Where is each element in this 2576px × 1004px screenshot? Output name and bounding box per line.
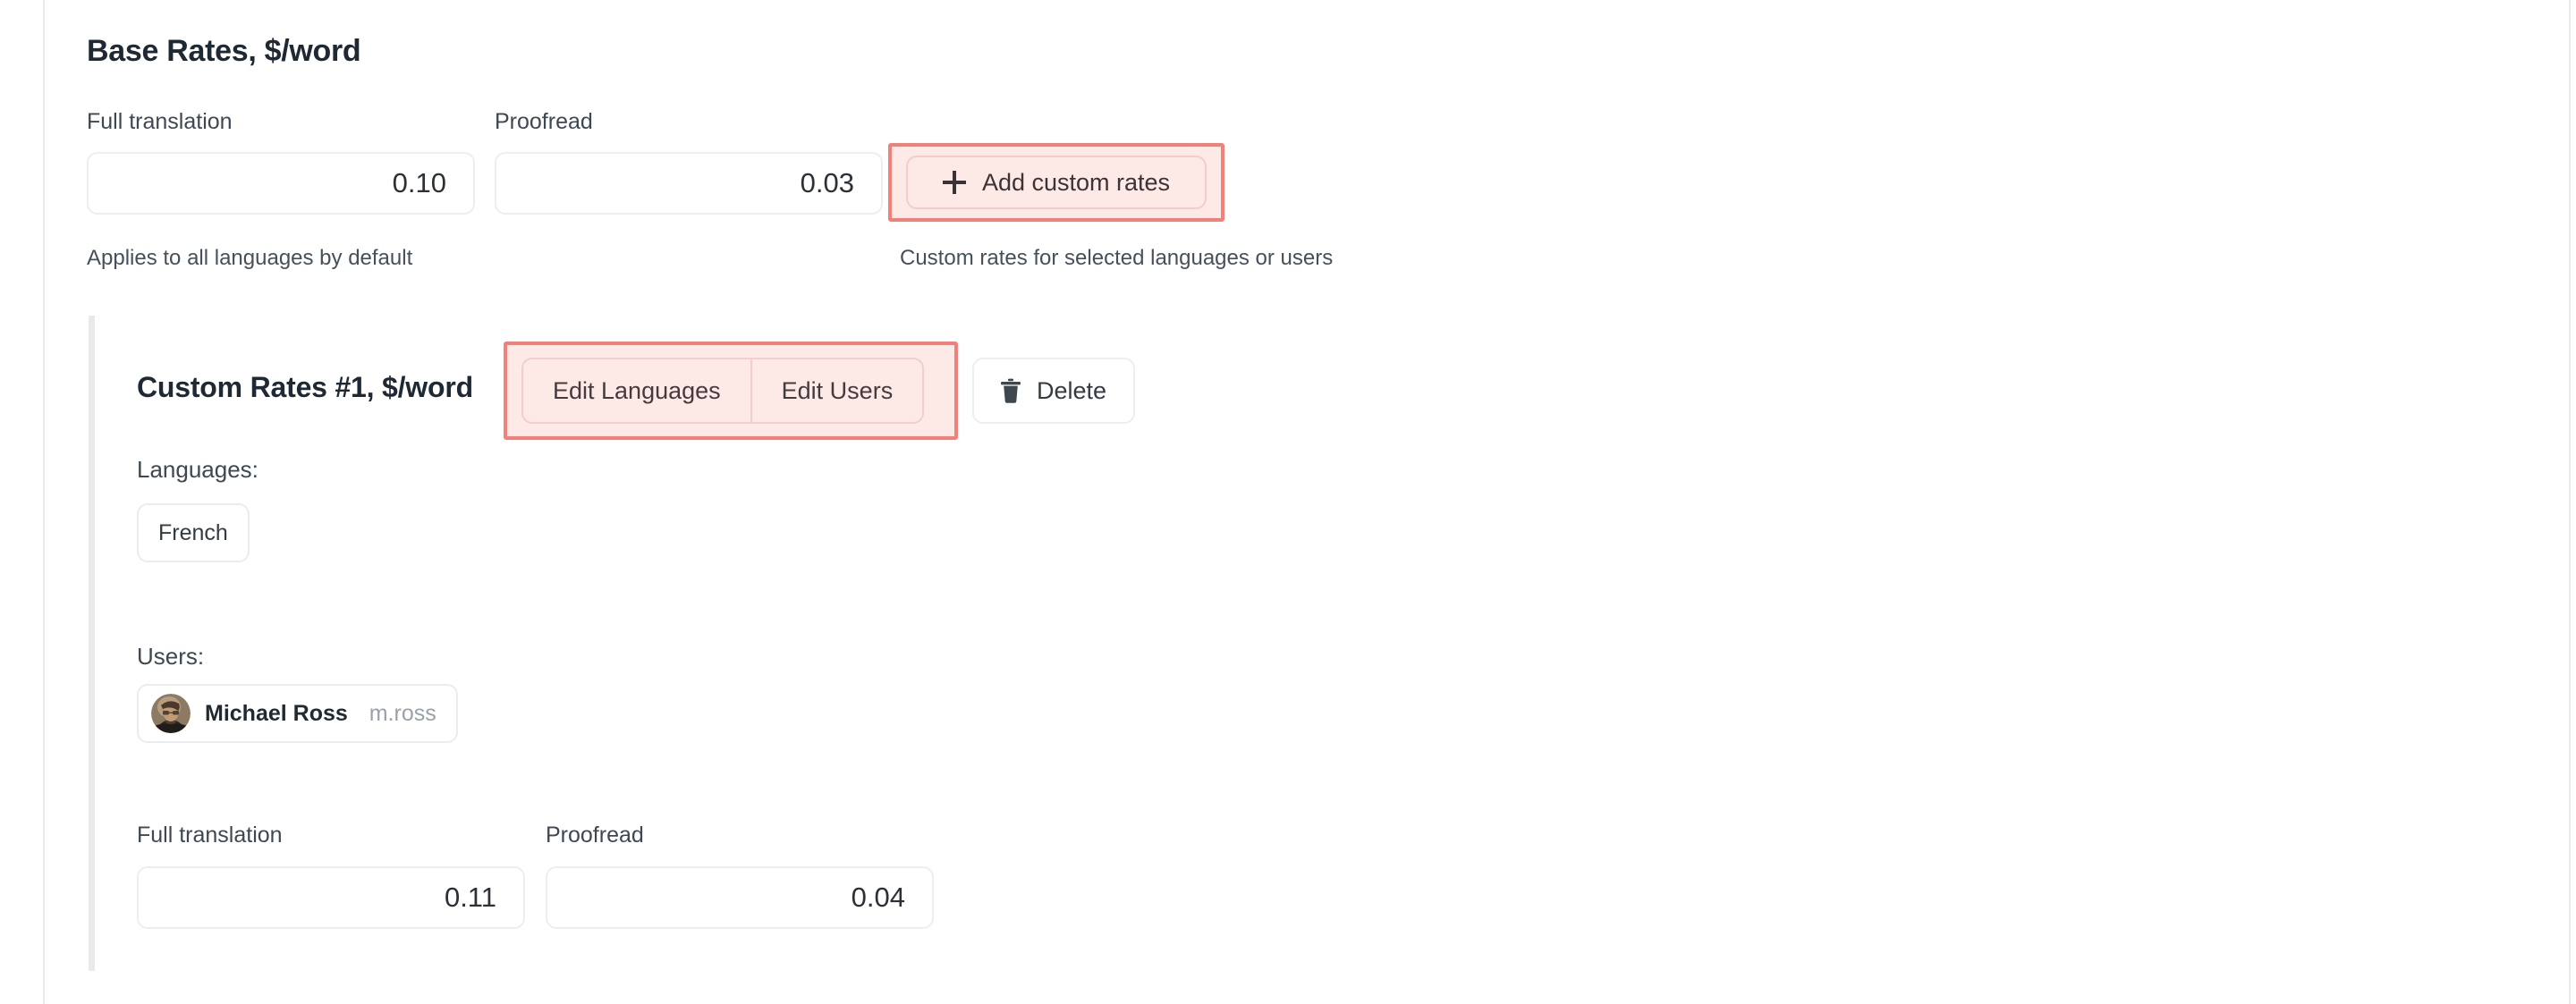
language-chip-label: French bbox=[158, 519, 228, 545]
avatar bbox=[151, 694, 191, 733]
base-full-translation-input[interactable]: 0.10 bbox=[87, 152, 475, 215]
custom-proofread-label: Proofread bbox=[546, 823, 644, 848]
page-left-divider bbox=[43, 0, 45, 1004]
trash-icon bbox=[1001, 378, 1021, 403]
delete-label: Delete bbox=[1037, 376, 1107, 404]
base-rates-title: Base Rates, $/word bbox=[87, 34, 361, 68]
edit-languages-button[interactable]: Edit Languages bbox=[523, 359, 750, 422]
users-label: Users: bbox=[137, 643, 205, 670]
custom-rates-title: Custom Rates #1, $/word bbox=[137, 371, 473, 403]
base-proofread-input[interactable]: 0.03 bbox=[495, 152, 883, 215]
custom-full-translation-label: Full translation bbox=[137, 823, 283, 848]
base-rates-helper-left: Applies to all languages by default bbox=[87, 246, 413, 270]
base-full-translation-label: Full translation bbox=[87, 109, 233, 134]
plus-icon bbox=[942, 171, 966, 194]
rates-settings-page: Base Rates, $/word Full translation Proo… bbox=[0, 0, 2576, 1004]
custom-proofread-input[interactable]: 0.04 bbox=[546, 866, 934, 929]
page-right-divider bbox=[2569, 0, 2571, 1004]
custom-rates-section-accent-bar bbox=[89, 316, 95, 971]
custom-full-translation-input[interactable]: 0.11 bbox=[137, 866, 525, 929]
add-custom-rates-button[interactable]: Add custom rates bbox=[906, 156, 1207, 209]
base-proofread-label: Proofread bbox=[495, 109, 593, 134]
user-chip-name: Michael Ross bbox=[205, 700, 348, 726]
delete-custom-rates-button[interactable]: Delete bbox=[972, 358, 1136, 424]
base-rates-helper-right: Custom rates for selected languages or u… bbox=[900, 246, 1334, 270]
languages-label: Languages: bbox=[137, 456, 258, 483]
language-chip-french[interactable]: French bbox=[137, 503, 250, 562]
user-chip-handle: m.ross bbox=[369, 700, 436, 726]
edit-scope-segmented-control: Edit Languages Edit Users bbox=[521, 358, 925, 424]
user-chip-michael-ross[interactable]: Michael Ross m.ross bbox=[137, 684, 458, 743]
add-custom-rates-label: Add custom rates bbox=[981, 168, 1171, 196]
edit-users-button[interactable]: Edit Users bbox=[752, 359, 923, 422]
